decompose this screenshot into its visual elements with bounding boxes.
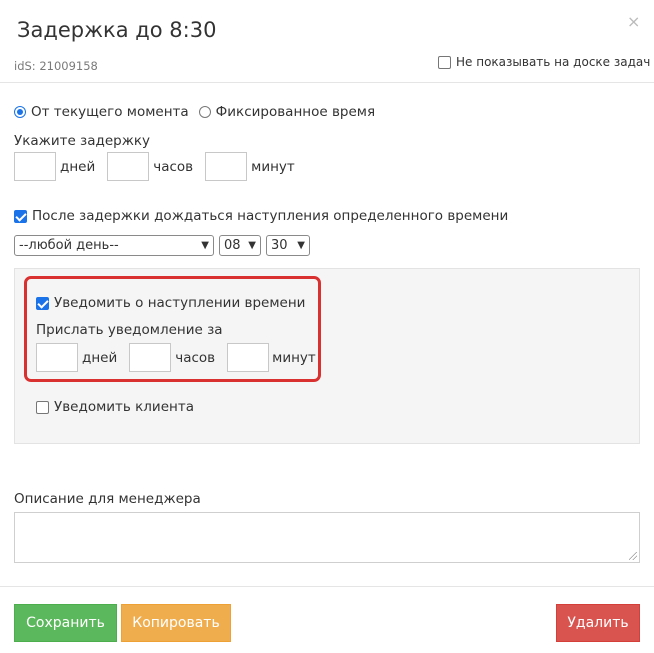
- notify-label: Уведомить о наступлении времени: [54, 295, 306, 311]
- notify-hours-input[interactable]: [129, 343, 172, 372]
- header-divider: [0, 82, 654, 83]
- send-before-heading: Прислать уведомление за: [36, 322, 223, 338]
- wait-time-label: После задержки дождаться наступления опр…: [32, 208, 509, 224]
- hour-select-value: 08: [224, 238, 241, 253]
- day-select[interactable]: --любой день-- ▼: [14, 235, 214, 256]
- hide-on-board-option[interactable]: Не показывать на доске задач: [438, 55, 650, 69]
- copy-button[interactable]: Копировать: [121, 604, 231, 642]
- notify-days-input[interactable]: [36, 343, 78, 372]
- delay-inputs: дней часов минут: [14, 152, 307, 181]
- chevron-down-icon: ▼: [297, 240, 305, 251]
- ids-label: idS: 21009158: [14, 59, 98, 73]
- hour-select[interactable]: 08 ▼: [219, 235, 261, 256]
- delay-heading: Укажите задержку: [14, 133, 151, 149]
- notify-checkbox[interactable]: [36, 296, 49, 310]
- hide-on-board-label: Не показывать на доске задач: [456, 55, 651, 69]
- delay-minutes-label: минут: [251, 158, 295, 175]
- manager-note-textarea[interactable]: [14, 512, 640, 563]
- dialog-title: Задержка до 8:30: [17, 18, 217, 42]
- delay-days-label: дней: [60, 158, 96, 175]
- wait-time-option[interactable]: После задержки дождаться наступления опр…: [14, 208, 508, 224]
- delay-days-input[interactable]: [14, 152, 56, 181]
- notify-days-label: дней: [82, 349, 118, 366]
- delay-minutes-input[interactable]: [205, 152, 248, 181]
- chevron-down-icon: ▼: [248, 240, 256, 251]
- fixed-time-label: Фиксированное время: [215, 104, 376, 120]
- wait-time-checkbox[interactable]: [14, 209, 27, 223]
- notify-minutes-input[interactable]: [227, 343, 270, 372]
- delay-hours-input[interactable]: [107, 152, 150, 181]
- resize-grip-icon[interactable]: [629, 552, 637, 560]
- notify-client-option[interactable]: Уведомить клиента: [36, 399, 194, 415]
- notify-inputs: дней часов минут: [36, 343, 328, 372]
- fixed-time-radio[interactable]: [198, 106, 211, 118]
- notify-option[interactable]: Уведомить о наступлении времени: [36, 295, 305, 311]
- notify-hours-label: часов: [175, 349, 216, 366]
- minute-select[interactable]: 30 ▼: [266, 235, 310, 256]
- save-button[interactable]: Сохранить: [14, 604, 117, 642]
- notify-minutes-label: минут: [272, 349, 316, 366]
- notify-client-label: Уведомить клиента: [54, 399, 194, 415]
- notify-client-checkbox[interactable]: [36, 400, 49, 414]
- hide-on-board-checkbox[interactable]: [438, 55, 451, 69]
- day-select-value: --любой день--: [19, 238, 119, 253]
- from-now-radio[interactable]: [14, 106, 26, 118]
- manager-note-heading: Описание для менеджера: [14, 491, 201, 507]
- mode-radio-group: От текущего момента Фиксированное время: [14, 104, 375, 120]
- delete-button[interactable]: Удалить: [556, 604, 640, 642]
- delay-hours-label: часов: [153, 158, 194, 175]
- minute-select-value: 30: [271, 238, 288, 253]
- chevron-down-icon: ▼: [201, 240, 209, 251]
- from-now-label: От текущего момента: [31, 104, 189, 120]
- close-icon[interactable]: ×: [627, 12, 640, 32]
- footer-divider: [0, 586, 654, 587]
